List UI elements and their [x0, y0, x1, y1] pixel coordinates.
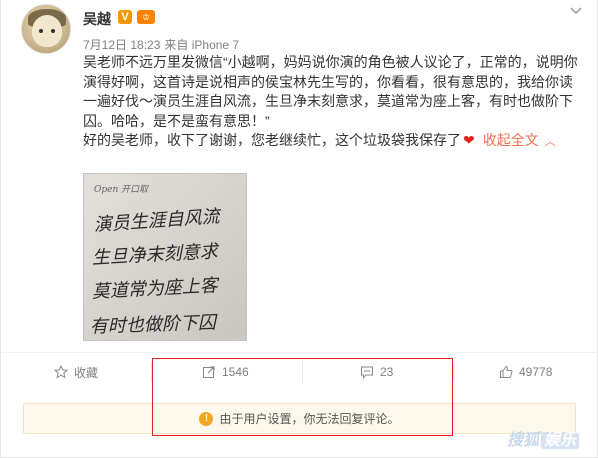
warning-icon: ! [199, 411, 214, 426]
favorite-label: 收藏 [74, 365, 99, 380]
chevron-down-icon[interactable] [569, 4, 583, 18]
like-button[interactable]: 49778 [499, 363, 552, 381]
collapse-label: 收起全文 [482, 132, 539, 148]
heart-emoji-icon: ❤ [463, 132, 475, 148]
watermark-text-1: 搜狐 [507, 432, 540, 449]
post-text: 吴老师不远万里发微信“小越啊，妈妈说你演的角色被人议论了，正常的，说明你演得好啊… [83, 53, 583, 153]
post-photo-handwritten-note[interactable]: Open 开口取 演员生涯自风流 生旦净末刻意求 莫道常为座上客 有时也做阶下囚 [83, 173, 247, 341]
handwriting-line-4: 有时也做阶下囚 [89, 312, 219, 337]
sohu-watermark: 搜狐 娱乐 [507, 426, 580, 450]
action-divider [302, 362, 303, 382]
watermark-text-2: 娱乐 [541, 432, 580, 449]
thumbs-up-icon [500, 365, 513, 378]
notice-text: 由于用户设置，你无法回复评论。 [219, 412, 400, 426]
caret-up-icon: ︿ [544, 136, 556, 148]
handwriting-image: Open 开口取 演员生涯自风流 生旦净末刻意求 莫道常为座上客 有时也做阶下囚 [84, 174, 246, 340]
author-avatar[interactable] [21, 4, 71, 54]
reply-disabled-notice: ! 由于用户设置，你无法回复评论。 [23, 403, 576, 434]
author-name[interactable]: 吴越 [83, 9, 111, 29]
like-count: 49778 [519, 365, 553, 379]
repost-count: 1546 [222, 365, 249, 379]
comment-button[interactable]: 23 [360, 363, 393, 381]
action-divider [453, 362, 454, 382]
action-divider [151, 362, 152, 382]
collapse-full-text-link[interactable]: 收起全文 ︿ [483, 132, 556, 148]
comment-count: 23 [380, 365, 394, 379]
post-meta: 7月12日 18:23 来自 iPhone 7 [83, 36, 239, 53]
post-date[interactable]: 7月12日 18:23 [83, 38, 160, 52]
comment-icon [361, 366, 373, 379]
repost-button[interactable]: 1546 [202, 363, 249, 381]
weibo-post-card: 吴越 V ♔ 7月12日 18:23 来自 iPhone 7 吴老师不远万里发微信… [0, 0, 598, 458]
repost-icon [203, 366, 215, 378]
post-paragraph-2-text: 好的吴老师，收下了谢谢，您老继续忙，这个垃圾袋我保存了 [83, 132, 461, 148]
member-crown-icon: ♔ [137, 10, 155, 24]
favorite-button[interactable]: 收藏 [54, 363, 98, 381]
post-paragraph-2: 好的吴老师，收下了谢谢，您老继续忙，这个垃圾袋我保存了 ❤ 收起全文 ︿ [83, 131, 583, 153]
handwriting-line-0: Open 开口取 [94, 184, 149, 195]
post-source: 来自 iPhone 7 [164, 38, 240, 52]
post-action-bar: 收藏 1546 23 49778 [1, 352, 598, 390]
post-paragraph-1: 吴老师不远万里发微信“小越啊，妈妈说你演的角色被人议论了，正常的，说明你演得好啊… [83, 54, 578, 129]
star-icon [54, 365, 68, 379]
verified-badge-icon: V [118, 10, 132, 24]
